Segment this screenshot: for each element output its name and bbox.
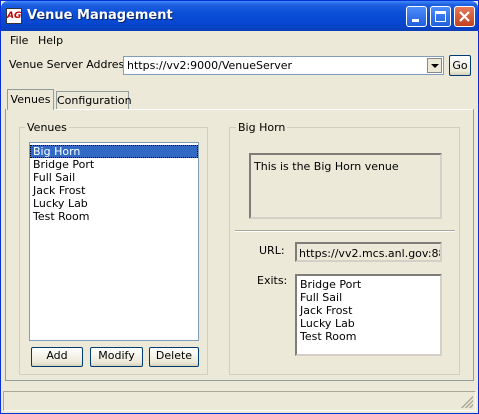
app-icon: AG — [6, 8, 22, 24]
venues-list[interactable]: Big Horn Bridge Port Full Sail Jack Fros… — [29, 142, 199, 341]
exits-list[interactable]: Bridge Port Full Sail Jack Frost Lucky L… — [295, 274, 442, 356]
venue-description-text: This is the Big Horn venue — [254, 160, 399, 173]
venue-url-field[interactable]: https://vv2.mcs.anl.gov:8880 — [295, 242, 442, 262]
close-button[interactable] — [454, 6, 475, 27]
venue-url-value: https://vv2.mcs.anl.gov:8880 — [299, 247, 440, 260]
list-item[interactable]: Big Horn — [30, 145, 198, 158]
exits-label: Exits: — [257, 274, 288, 287]
venue-details-label: Big Horn — [236, 121, 288, 134]
tab-venues[interactable]: Venues — [7, 89, 54, 110]
close-icon — [459, 11, 470, 22]
server-address-label: Venue Server Address: — [9, 58, 134, 71]
list-item[interactable]: Bridge Port — [297, 278, 440, 291]
minimize-icon — [412, 19, 419, 22]
list-item[interactable]: Test Room — [297, 330, 440, 343]
menu-file[interactable]: File — [10, 34, 28, 47]
list-item[interactable]: Test Room — [30, 210, 198, 223]
venue-management-window: AG Venue Management File Help Venue Serv… — [0, 0, 479, 414]
menu-help[interactable]: Help — [38, 34, 63, 47]
delete-venue-button[interactable]: Delete — [149, 347, 199, 367]
tab-configuration[interactable]: Configuration — [56, 91, 132, 109]
modify-venue-button[interactable]: Modify — [90, 347, 143, 367]
status-bar — [3, 391, 476, 411]
list-item[interactable]: Bridge Port — [30, 158, 198, 171]
venues-group-label: Venues — [25, 121, 69, 134]
url-label: URL: — [259, 244, 285, 257]
maximize-button[interactable] — [430, 6, 451, 27]
menu-bar: File Help — [1, 31, 478, 49]
list-item[interactable]: Full Sail — [30, 171, 198, 184]
maximize-icon — [435, 11, 446, 22]
list-item[interactable]: Full Sail — [297, 291, 440, 304]
divider — [235, 230, 455, 232]
title-bar[interactable]: AG Venue Management — [1, 1, 478, 31]
list-item[interactable]: Lucky Lab — [297, 317, 440, 330]
resize-grip-icon[interactable] — [461, 396, 473, 408]
list-item[interactable]: Lucky Lab — [30, 197, 198, 210]
go-button[interactable]: Go — [449, 55, 471, 76]
minimize-button[interactable] — [406, 6, 427, 27]
list-item[interactable]: Jack Frost — [30, 184, 198, 197]
server-address-value: https://vv2:9000/VenueServer — [127, 59, 293, 72]
server-address-combo[interactable]: https://vv2:9000/VenueServer — [123, 56, 444, 75]
list-item[interactable]: Jack Frost — [297, 304, 440, 317]
add-venue-button[interactable]: Add — [31, 347, 83, 367]
venue-description: This is the Big Horn venue — [249, 153, 442, 219]
window-title: Venue Management — [27, 8, 173, 23]
chevron-down-icon[interactable] — [427, 58, 442, 73]
